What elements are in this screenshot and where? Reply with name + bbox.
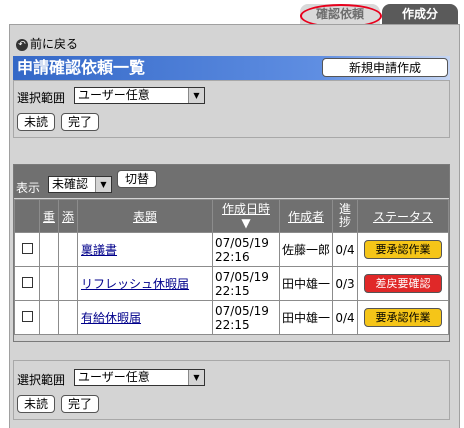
display-label: 表示 (16, 181, 41, 195)
dropdown-arrow-icon: ▼ (188, 370, 204, 385)
subject-link[interactable]: 有給休暇届 (81, 311, 141, 325)
attach-cell (58, 232, 78, 267)
range-select[interactable]: ユーザー任意 ▼ (74, 87, 205, 104)
created-cell: 07/05/19 22:15 (212, 266, 280, 301)
sort-desc-icon: ▼ (241, 216, 251, 230)
status-button[interactable]: 要承認作業 (364, 308, 442, 327)
unread-button[interactable]: 未読 (17, 113, 55, 131)
col-heavy[interactable]: 重 (39, 199, 59, 233)
tab-created[interactable]: 作成分 (382, 4, 458, 24)
progress-cell: 0/4 (332, 300, 358, 335)
table-row: 有給休暇届 07/05/19 22:15 田中雄一 0/4 要承認作業 (14, 300, 449, 335)
created-cell: 07/05/19 22:16 (212, 232, 280, 267)
table-row: リフレッシュ休暇届 07/05/19 22:15 田中雄一 0/3 差戻要確認 (14, 266, 449, 301)
subject-link[interactable]: 稟議書 (81, 243, 117, 257)
request-list: 表示 未確認 ▼ 切替 重 添 表題 作成日時 ▼ 作成者 進捗 ステータス 稟議… (13, 164, 450, 342)
back-label: 前に戻る (30, 37, 79, 51)
table-header: 重 添 表題 作成日時 ▼ 作成者 進捗 ステータス (14, 199, 449, 233)
status-button[interactable]: 差戻要確認 (364, 274, 442, 293)
row-checkbox[interactable] (21, 310, 33, 322)
attach-cell (58, 300, 78, 335)
filter-box: 選択範囲 ユーザー任意 ▼ 未読 完了 (13, 80, 450, 138)
range-select[interactable]: ユーザー任意 ▼ (74, 369, 205, 386)
heavy-cell (39, 266, 59, 301)
done-button[interactable]: 完了 (61, 395, 99, 413)
subject-link[interactable]: リフレッシュ休暇届 (81, 277, 189, 291)
author-cell: 田中雄一 (279, 266, 333, 301)
bottom-filter-box: 選択範囲 ユーザー任意 ▼ 未読 完了 (13, 360, 450, 420)
col-progress: 進捗 (332, 199, 358, 233)
heavy-cell (39, 300, 59, 335)
col-status[interactable]: ステータス (357, 199, 449, 233)
range-label: 選択範囲 (17, 373, 66, 387)
attach-cell (58, 266, 78, 301)
back-link[interactable]: ↶ 前に戻る (16, 36, 78, 52)
done-button[interactable]: 完了 (61, 113, 99, 131)
col-attach[interactable]: 添 (58, 199, 78, 233)
display-select[interactable]: 未確認 ▼ (48, 176, 112, 193)
request-table: 重 添 表題 作成日時 ▼ 作成者 進捗 ステータス 稟議書 07/05/19 22… (14, 199, 449, 335)
range-select-value: ユーザー任意 (78, 88, 150, 102)
title-bar: 申請確認依頼一覧 新規申請作成 (13, 56, 450, 80)
range-select-value: ユーザー任意 (78, 370, 150, 384)
row-checkbox[interactable] (21, 276, 33, 288)
author-cell: 佐藤一郎 (279, 232, 333, 267)
list-toolbar: 表示 未確認 ▼ 切替 (14, 165, 449, 198)
back-arrow-icon: ↶ (16, 38, 28, 51)
row-checkbox[interactable] (21, 242, 33, 254)
page-title: 申請確認依頼一覧 (17, 58, 146, 77)
range-label: 選択範囲 (17, 91, 66, 105)
progress-cell: 0/4 (332, 232, 358, 267)
col-author[interactable]: 作成者 (279, 199, 333, 233)
switch-button[interactable]: 切替 (117, 170, 157, 188)
author-cell: 田中雄一 (279, 300, 333, 335)
display-select-value: 未確認 (52, 177, 89, 191)
table-row: 稟議書 07/05/19 22:16 佐藤一郎 0/4 要承認作業 (14, 232, 449, 267)
new-request-button[interactable]: 新規申請作成 (322, 58, 448, 77)
col-subject[interactable]: 表題 (77, 199, 213, 233)
unread-button[interactable]: 未読 (17, 395, 55, 413)
progress-cell: 0/3 (332, 266, 358, 301)
heavy-cell (39, 232, 59, 267)
col-created[interactable]: 作成日時 ▼ (212, 199, 280, 233)
dropdown-arrow-icon: ▼ (95, 177, 111, 192)
status-button[interactable]: 要承認作業 (364, 240, 442, 259)
col-select (14, 199, 40, 233)
created-cell: 07/05/19 22:15 (212, 300, 280, 335)
dropdown-arrow-icon: ▼ (188, 88, 204, 103)
